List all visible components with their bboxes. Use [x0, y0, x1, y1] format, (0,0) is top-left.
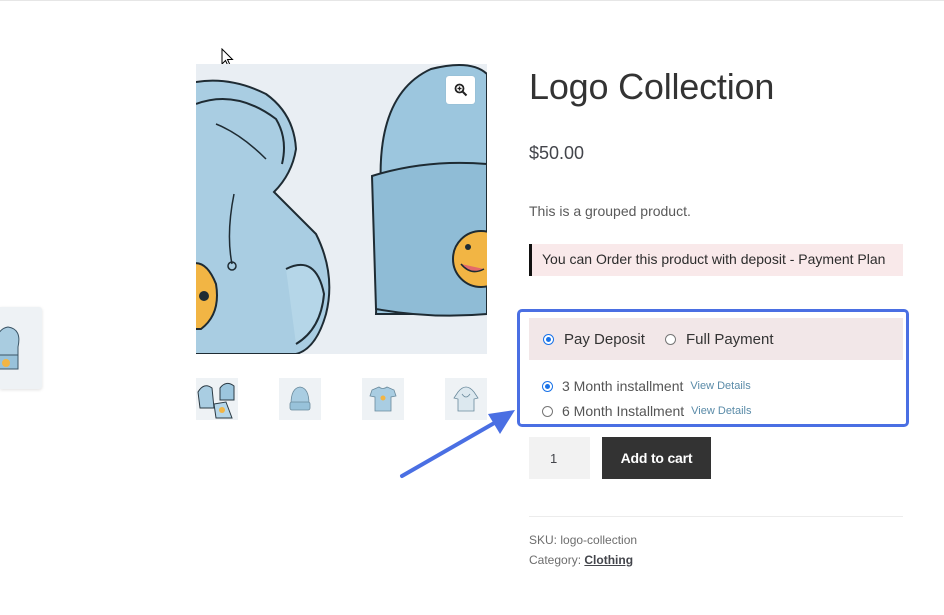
- annotation-highlight-box: [517, 309, 909, 427]
- thumbnail-logo-collection[interactable]: [196, 378, 238, 420]
- annotation-arrow-icon: [400, 410, 515, 478]
- magnifier-plus-icon: [454, 83, 467, 97]
- category-label: Category:: [529, 553, 582, 567]
- logo-collection-icon: [197, 382, 235, 419]
- sku-label: SKU:: [529, 533, 558, 547]
- sku-line: SKU: logo-collection: [529, 533, 637, 547]
- product-price: $50.00: [529, 143, 585, 163]
- product-title: Logo Collection: [529, 66, 775, 107]
- category-line: Category: Clothing: [529, 553, 633, 567]
- product-illustration: [196, 64, 487, 354]
- meta-divider: [529, 516, 903, 517]
- product-description: This is a grouped product.: [529, 203, 691, 219]
- category-link[interactable]: Clothing: [584, 553, 633, 567]
- add-to-cart-button[interactable]: Add to cart: [602, 437, 711, 479]
- beanie-icon: [0, 326, 20, 370]
- quantity-input[interactable]: [529, 437, 590, 479]
- deposit-notice: You can Order this product with deposit …: [529, 244, 903, 276]
- side-thumbnail[interactable]: [0, 307, 42, 389]
- zoom-button[interactable]: [446, 76, 475, 104]
- product-main-image[interactable]: [196, 64, 487, 354]
- beanie-icon: [289, 386, 311, 411]
- header-divider: [0, 0, 944, 1]
- thumbnail-beanie[interactable]: [279, 378, 321, 420]
- sku-value: logo-collection: [560, 533, 638, 547]
